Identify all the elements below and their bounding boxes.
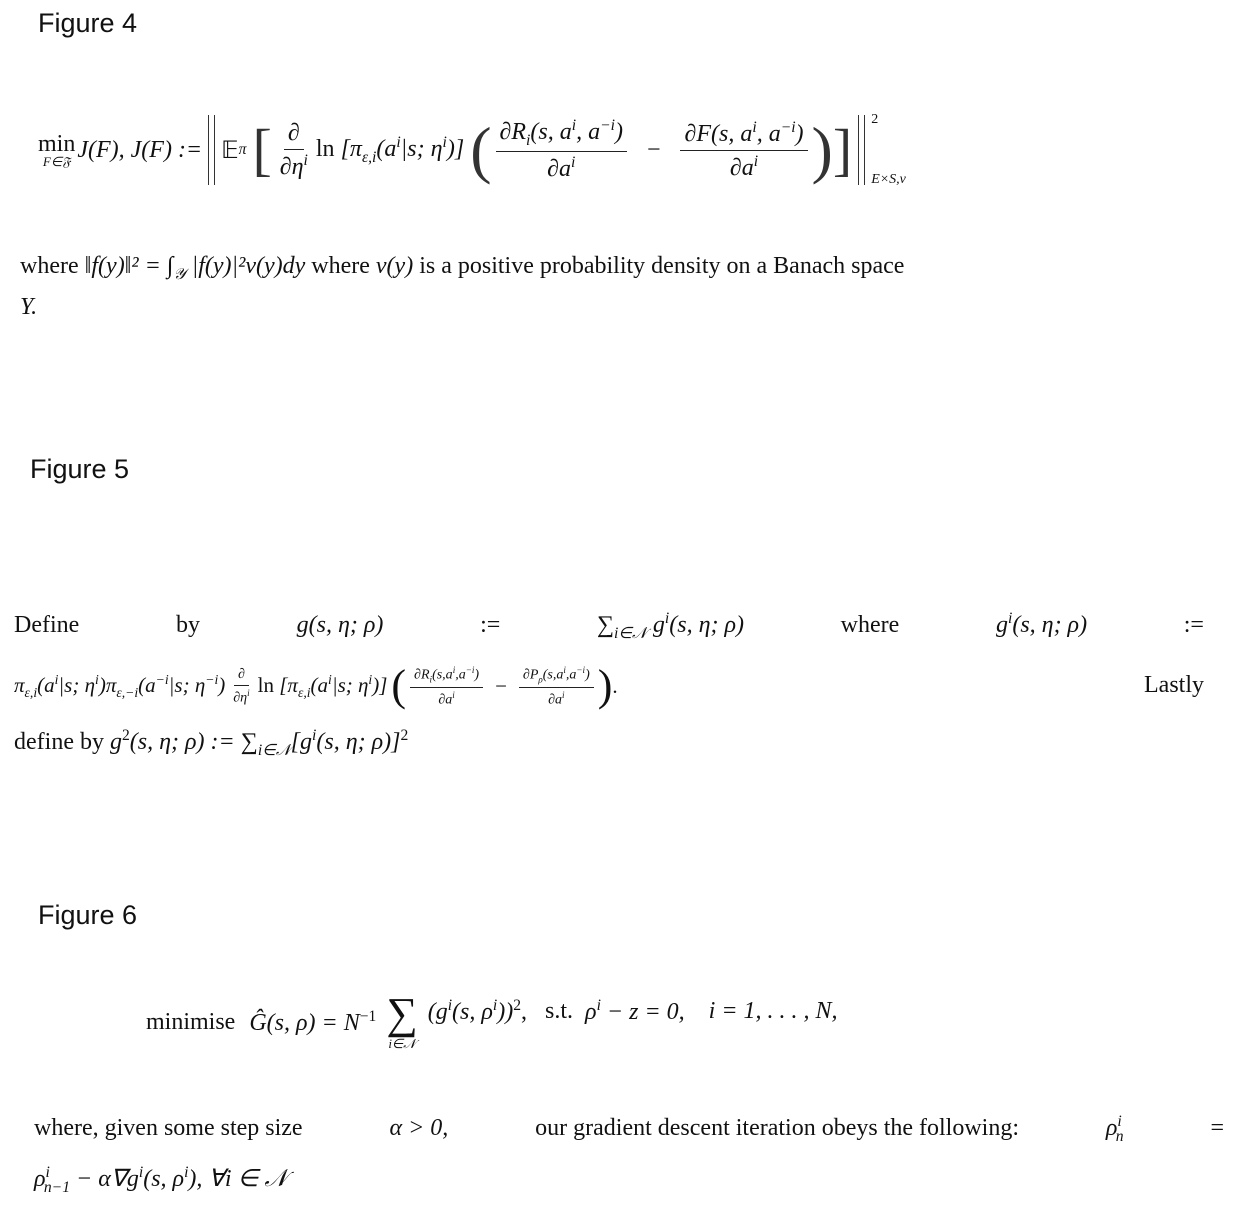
left-bracket: [ <box>252 117 272 182</box>
log-policy-term: ln [πε,i(ai|s; ηi)] <box>315 133 465 166</box>
subject-to-label: s.t. <box>545 997 574 1024</box>
objective-g-hat: Ĝ(s, ρ) = N−1 <box>249 1007 377 1036</box>
norm-power: 2 <box>871 112 879 127</box>
figure-5-title: Figure 5 <box>30 454 130 484</box>
norm-bar-right <box>858 115 866 185</box>
right-bracket: ] <box>832 117 853 182</box>
figure-4-line-2: Y. <box>20 293 38 320</box>
figure-5-line-1: Define by g(s, η; ρ) := ∑i∈𝒩 gi(s, η; ρ)… <box>14 610 1204 642</box>
figure-6-description: where, given some step size α > 0, our g… <box>34 1104 1224 1206</box>
figure-4-title: Figure 4 <box>38 8 138 38</box>
potential-gradient-fraction: ∂F(s, ai, a−i) ∂ai <box>680 119 808 181</box>
figure-5-line-3: define by g2(s, η; ρ) := ∑i∈𝒩[gi(s, η; ρ… <box>14 726 409 759</box>
figure-6-equation: minimise Ĝ(s, ρ) = N−1 ∑ i∈𝒩 (gi(s, ρi))… <box>146 992 838 1052</box>
expectation-symbol: 𝔼 <box>221 137 239 164</box>
minimise-label: minimise <box>146 1008 236 1035</box>
figure-6-title: Figure 6 <box>38 900 138 930</box>
minus-sign: − <box>646 136 661 163</box>
expectation-subscript: π <box>238 141 247 158</box>
partial-denominator: ∂ηi <box>279 151 308 180</box>
figure-6-line-1: where, given some step size α > 0, our g… <box>34 1113 1224 1145</box>
figure-4-equation: min F∈𝔉 J(F), J(F) := 𝔼π [ ∂ ∂ηi ln [πε,… <box>38 112 906 188</box>
objective-lhs: J(F), J(F) := <box>77 136 203 163</box>
figure-4-description: where ‖f(y)‖² = ∫𝒴 |f(y)|²ν(y)dy where ν… <box>20 250 1160 323</box>
index-range: i = 1, . . . , N, <box>708 997 838 1024</box>
figure-5-line-2: πε,i(ai|s; ηi) πε,−i(a−i|s; η−i) ∂ ∂ηi ln… <box>14 661 1204 711</box>
figure-4-line-1: where ‖f(y)‖² = ∫𝒴 |f(y)|²ν(y)dy where ν… <box>20 253 905 283</box>
partial-fraction: ∂ ∂ηi <box>276 120 312 180</box>
figure-5-description: Define by g(s, η; ρ) := ∑i∈𝒩 gi(s, η; ρ)… <box>14 596 1204 771</box>
constraint: ρi − z = 0, <box>585 996 685 1025</box>
figure-6-line-2: ρin−1 − α∇gi(s, ρi), ∀i ∈ 𝒩 <box>34 1163 288 1196</box>
norm-indices: 2 E×S,ν <box>871 112 906 188</box>
norm-subscript: E×S,ν <box>871 172 906 187</box>
squared-term: (gi(s, ρi))2, <box>427 996 528 1025</box>
right-paren: ) <box>811 114 833 185</box>
min-subscript: F∈𝔉 <box>42 153 71 169</box>
left-paren: ( <box>470 114 492 185</box>
reward-gradient-fraction: ∂Ri(s, ai, a−i) ∂ai <box>495 117 627 182</box>
partial-numerator: ∂ <box>283 120 304 150</box>
norm-bar-left <box>208 115 216 185</box>
sum-operator: ∑ i∈𝒩 <box>386 989 418 1052</box>
